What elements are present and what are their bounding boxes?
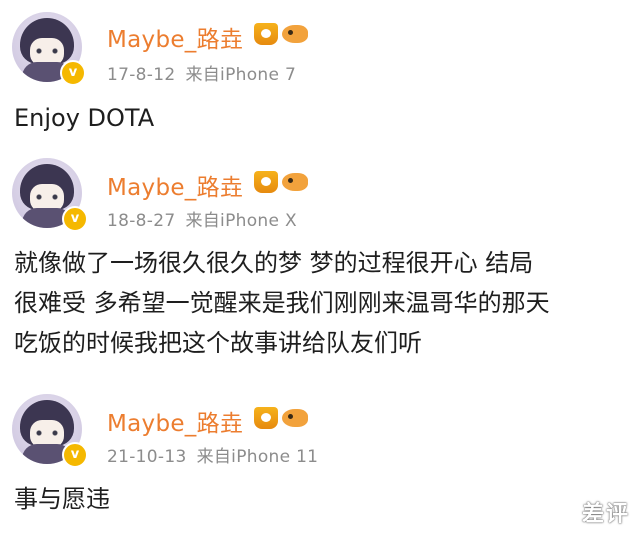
post-content: 就像做了一场很久很久的梦 梦的过程很开心 结局 很难受 多希望一觉醒来是我们刚刚… bbox=[14, 243, 634, 363]
post-meta: 18-8-27 来自iPhone X bbox=[107, 206, 297, 231]
post-date: 21-10-13 bbox=[107, 447, 187, 467]
verified-badge-icon: v bbox=[62, 442, 88, 468]
post-content: 事与愿违 bbox=[14, 479, 634, 519]
post-date: 18-8-27 bbox=[107, 211, 176, 231]
fish-icon bbox=[282, 25, 308, 43]
username[interactable]: Maybe_路垚 bbox=[107, 20, 243, 54]
post-meta: 17-8-12 来自iPhone 7 bbox=[107, 60, 296, 85]
post-content: Enjoy DOTA bbox=[14, 98, 634, 138]
post-source[interactable]: 来自iPhone X bbox=[185, 211, 296, 231]
crown-icon bbox=[254, 407, 278, 429]
user-badges bbox=[254, 23, 308, 49]
crown-icon bbox=[254, 171, 278, 193]
content-line: 很难受 多希望一觉醒来是我们刚刚来温哥华的那天 bbox=[14, 289, 550, 317]
post-source[interactable]: 来自iPhone 11 bbox=[197, 447, 319, 467]
user-badges bbox=[254, 407, 308, 433]
fish-icon bbox=[282, 409, 308, 427]
post-source[interactable]: 来自iPhone 7 bbox=[185, 65, 296, 85]
verified-badge-icon: v bbox=[60, 60, 86, 86]
content-line: 就像做了一场很久很久的梦 梦的过程很开心 结局 bbox=[14, 249, 534, 277]
username[interactable]: Maybe_路垚 bbox=[107, 168, 243, 202]
post-meta: 21-10-13 来自iPhone 11 bbox=[107, 442, 318, 467]
fish-icon bbox=[282, 173, 308, 191]
post-date: 17-8-12 bbox=[107, 65, 176, 85]
crown-icon bbox=[254, 23, 278, 45]
verified-badge-icon: v bbox=[62, 206, 88, 232]
user-badges bbox=[254, 171, 308, 197]
content-line: 吃饭的时候我把这个故事讲给队友们听 bbox=[14, 329, 422, 357]
watermark: 差评 bbox=[581, 502, 630, 527]
content-line: Enjoy DOTA bbox=[14, 104, 155, 132]
username[interactable]: Maybe_路垚 bbox=[107, 404, 243, 438]
content-line: 事与愿违 bbox=[14, 485, 110, 513]
